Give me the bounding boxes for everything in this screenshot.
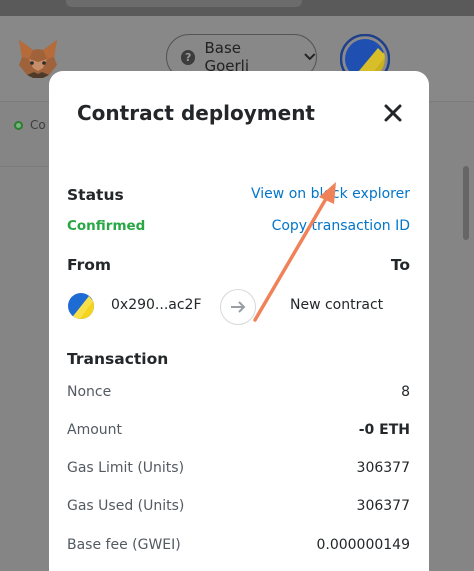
to-value: New contract bbox=[290, 297, 384, 313]
question-icon: ? bbox=[181, 49, 196, 65]
status-dot-icon bbox=[14, 120, 23, 130]
chevron-down-icon bbox=[304, 53, 316, 61]
network-name: Base Goerli bbox=[204, 39, 250, 75]
transaction-heading: Transaction bbox=[67, 350, 169, 368]
transaction-details-modal: Contract deployment Status View on block… bbox=[49, 71, 429, 571]
modal-title: Contract deployment bbox=[77, 101, 315, 125]
divider bbox=[0, 166, 50, 167]
connection-status: Co bbox=[14, 118, 46, 132]
base-fee-label: Base fee (GWEI) bbox=[67, 537, 181, 553]
base-fee-value: 0.000000149 bbox=[316, 537, 410, 553]
to-heading: To bbox=[390, 256, 410, 274]
scrollbar-thumb[interactable] bbox=[463, 166, 469, 240]
browser-tab bbox=[66, 0, 302, 7]
gas-used-label: Gas Used (Units) bbox=[67, 498, 185, 514]
nonce-value: 8 bbox=[401, 384, 410, 400]
amount-label: Amount bbox=[67, 422, 123, 438]
connection-status-text: Co bbox=[30, 118, 46, 132]
from-account-avatar bbox=[68, 293, 94, 319]
amount-value: -0 ETH bbox=[358, 422, 410, 438]
close-icon[interactable] bbox=[381, 101, 405, 125]
gas-used-value: 306377 bbox=[356, 498, 410, 514]
status-heading: Status bbox=[67, 186, 124, 204]
status-badge: Confirmed bbox=[67, 218, 146, 234]
gas-limit-value: 306377 bbox=[356, 460, 410, 476]
copy-transaction-id-link[interactable]: Copy transaction ID bbox=[272, 218, 410, 234]
arrow-right-icon bbox=[220, 289, 256, 325]
view-on-block-explorer-link[interactable]: View on block explorer bbox=[251, 186, 410, 202]
browser-top-strip bbox=[0, 0, 474, 16]
from-address[interactable]: 0x290...ac2F bbox=[111, 297, 202, 313]
gas-limit-label: Gas Limit (Units) bbox=[67, 460, 185, 476]
nonce-label: Nonce bbox=[67, 384, 112, 400]
from-heading: From bbox=[67, 256, 112, 274]
